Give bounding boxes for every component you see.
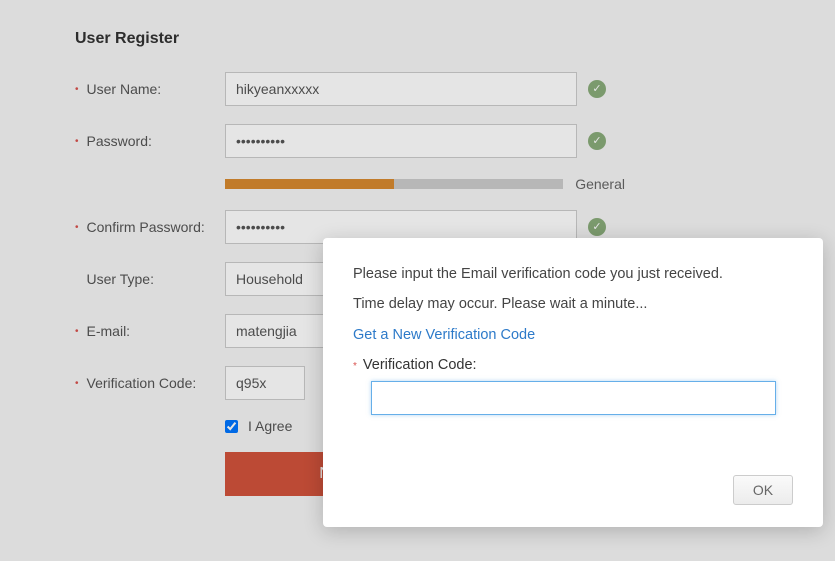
modal-field-row: * Verification Code:	[353, 357, 793, 373]
modal-line-2: Time delay may occur. Please wait a minu…	[353, 296, 793, 312]
modal-field-label: Verification Code:	[363, 357, 477, 373]
modal-line-1: Please input the Email verification code…	[353, 266, 793, 282]
resend-code-link[interactable]: Get a New Verification Code	[353, 327, 535, 343]
modal-verification-code-input[interactable]	[371, 381, 776, 415]
ok-button[interactable]: OK	[733, 475, 793, 505]
verification-modal: Please input the Email verification code…	[323, 238, 823, 527]
required-star: *	[353, 361, 357, 372]
